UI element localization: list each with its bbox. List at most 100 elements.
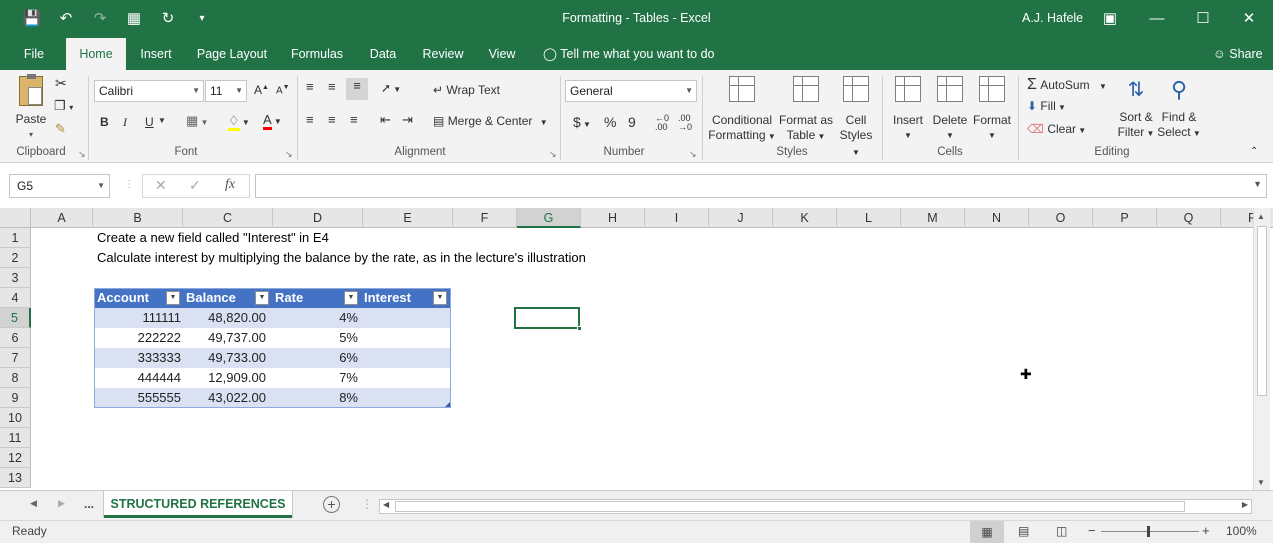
comma-button[interactable]: 9 (628, 114, 636, 130)
underline-button[interactable]: U (145, 115, 154, 129)
row-header-8[interactable]: 8 (0, 368, 31, 388)
vertical-scroll-thumb[interactable] (1257, 226, 1267, 396)
alignment-launcher-icon[interactable]: ↘ (549, 149, 557, 160)
column-header-a[interactable]: A (31, 208, 93, 228)
format-painter-icon[interactable]: ✎ (55, 121, 66, 137)
scroll-right-icon[interactable]: ▶ (1242, 500, 1248, 509)
increase-decimal-icon[interactable]: ←0.00 (655, 114, 669, 132)
normal-view-icon[interactable]: ▦ (970, 521, 1004, 543)
column-header-n[interactable]: N (965, 208, 1029, 228)
insert-function-icon[interactable]: fx (225, 177, 235, 193)
scroll-left-sheet-icon[interactable]: ◀ (30, 498, 37, 509)
table-cell-interest[interactable] (361, 348, 450, 368)
column-header-p[interactable]: P (1093, 208, 1157, 228)
table-cell-rate[interactable]: 5% (272, 328, 361, 348)
tab-page-layout[interactable]: Page Layout (193, 38, 271, 70)
row-header-5[interactable]: 5 (0, 308, 31, 328)
row-header-1[interactable]: 1 (0, 228, 31, 248)
table-cell-rate[interactable]: 4% (272, 308, 361, 328)
horizontal-scrollbar[interactable]: ◀ ▶ (379, 499, 1252, 514)
number-launcher-icon[interactable]: ↘ (689, 149, 697, 160)
decrease-decimal-icon[interactable]: .00 →0 (678, 114, 692, 132)
fill-button[interactable]: ⬇ Fill ▼ (1027, 99, 1066, 113)
cell-b1[interactable]: Create a new field called "Interest" in … (97, 228, 329, 248)
tab-data[interactable]: Data (363, 38, 403, 70)
cut-icon[interactable]: ✂ (55, 75, 67, 92)
row-header-9[interactable]: 9 (0, 388, 31, 408)
tell-me-box[interactable]: ◯ Tell me what you want to do (543, 38, 715, 70)
table-cell-rate[interactable]: 8% (272, 388, 361, 408)
page-layout-view-icon[interactable]: ▤ (1018, 524, 1029, 538)
decrease-font-icon[interactable]: A▼ (276, 84, 290, 96)
align-top-icon[interactable]: ≡ (306, 79, 314, 94)
clear-button[interactable]: ⌫ Clear ▼ (1027, 122, 1086, 136)
conditional-formatting-button[interactable]: Conditional Formatting ▼ (708, 76, 776, 144)
row-header-10[interactable]: 10 (0, 408, 31, 428)
fill-handle[interactable] (577, 326, 582, 331)
fill-color-icon[interactable]: ♢ ▼ (228, 113, 250, 131)
expand-formula-icon[interactable]: ▼ (1253, 179, 1262, 189)
active-cell-g5[interactable] (514, 307, 582, 331)
row-header-11[interactable]: 11 (0, 428, 31, 448)
share-button[interactable]: ☺ Share (1213, 38, 1263, 70)
table-cell-account[interactable]: 444444 (94, 368, 183, 388)
table-resize-handle[interactable] (445, 402, 450, 407)
row-header-2[interactable]: 2 (0, 248, 31, 268)
scroll-down-icon[interactable]: ▼ (1257, 478, 1265, 487)
font-size-select[interactable]: 11 ▼ (205, 80, 247, 102)
table-cell-account[interactable]: 333333 (94, 348, 183, 368)
table-header-interest[interactable]: Interest ▼ (361, 288, 450, 308)
clipboard-launcher-icon[interactable]: ↘ (78, 149, 86, 160)
collapse-ribbon-icon[interactable]: ⌃ (1250, 146, 1258, 157)
filter-dropdown-icon[interactable]: ▼ (166, 291, 180, 305)
merge-center-button[interactable]: ▤ Merge & Center ▼ (433, 114, 548, 128)
close-button[interactable]: ✕ (1234, 6, 1264, 32)
font-color-icon[interactable]: A ▼ (263, 112, 282, 130)
column-header-f[interactable]: F (453, 208, 517, 228)
table-cell-account[interactable]: 222222 (94, 328, 183, 348)
sheet-tab-structured-references[interactable]: STRUCTURED REFERENCES (104, 491, 292, 518)
table-cell-interest[interactable] (361, 328, 450, 348)
wrap-text-button[interactable]: ↵ Wrap Text (433, 83, 500, 97)
insert-cells-button[interactable]: Insert ▼ (888, 76, 928, 143)
table-cell-account[interactable]: 111111 (94, 308, 183, 328)
table-cell-balance[interactable]: 49,733.00 (183, 348, 272, 368)
table-cell-rate[interactable]: 6% (272, 348, 361, 368)
column-header-k[interactable]: K (773, 208, 837, 228)
zoom-level[interactable]: 100% (1226, 524, 1257, 538)
column-header-i[interactable]: I (645, 208, 709, 228)
zoom-in-button[interactable]: + (1202, 523, 1210, 538)
align-middle-icon[interactable]: ≡ (328, 79, 336, 94)
column-header-e[interactable]: E (363, 208, 453, 228)
orientation-icon[interactable]: ➚ ▼ (381, 81, 401, 95)
zoom-slider-thumb[interactable] (1147, 526, 1150, 537)
table-cell-balance[interactable]: 12,909.00 (183, 368, 272, 388)
column-header-c[interactable]: C (183, 208, 273, 228)
decrease-indent-icon[interactable]: ⇤ (380, 112, 391, 128)
tab-review[interactable]: Review (417, 38, 469, 70)
row-header-13[interactable]: 13 (0, 468, 31, 488)
minimize-button[interactable]: — (1142, 6, 1172, 32)
font-launcher-icon[interactable]: ↘ (285, 149, 293, 160)
zoom-out-button[interactable]: − (1088, 523, 1096, 538)
maximize-button[interactable]: ☐ (1188, 6, 1218, 32)
find-select-button[interactable]: ⚲ Find & Select ▼ (1157, 76, 1201, 141)
column-header-m[interactable]: M (901, 208, 965, 228)
align-left-icon[interactable]: ≡ (306, 112, 314, 127)
borders-icon[interactable]: ▦ ▼ (186, 113, 208, 129)
increase-indent-icon[interactable]: ⇥ (402, 112, 413, 128)
cell-b2[interactable]: Calculate interest by multiplying the ba… (97, 248, 586, 268)
row-header-12[interactable]: 12 (0, 448, 31, 468)
column-header-b[interactable]: B (93, 208, 183, 228)
page-break-view-icon[interactable]: ◫ (1056, 524, 1067, 538)
scroll-left-icon[interactable]: ◀ (383, 500, 389, 509)
tab-file[interactable]: File (12, 38, 56, 70)
spreadsheet-grid[interactable]: ABCDEFGHIJKLMNOPQR 12345678910111213 Cre… (0, 208, 1273, 490)
horizontal-scroll-thumb[interactable] (395, 501, 1185, 512)
table-cell-balance[interactable]: 48,820.00 (183, 308, 272, 328)
number-format-select[interactable]: General ▼ (565, 80, 697, 102)
row-header-4[interactable]: 4 (0, 288, 31, 308)
table-cell-account[interactable]: 555555 (94, 388, 183, 408)
enter-icon[interactable]: ✓ (189, 177, 201, 194)
vertical-scrollbar[interactable]: ▲ ▼ (1253, 208, 1270, 490)
